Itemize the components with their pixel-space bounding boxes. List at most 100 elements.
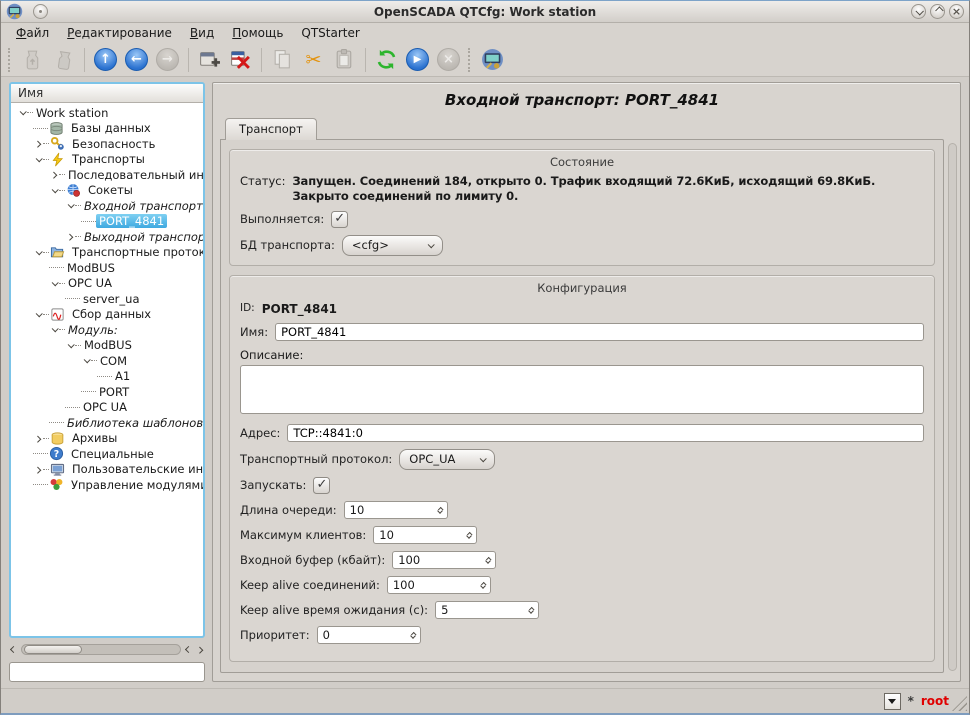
expander-closed-icon[interactable]: [33, 436, 43, 441]
refresh-button[interactable]: [371, 45, 402, 74]
expander-closed-icon[interactable]: [33, 141, 43, 146]
spinner-label: Приоритет:: [240, 628, 310, 642]
tree-hscrollbar[interactable]: [9, 642, 205, 657]
modified-marker: *: [908, 694, 914, 708]
tree-item[interactable]: ModBUS: [15, 338, 203, 354]
tostart-checkbox[interactable]: [313, 477, 330, 494]
scrollbar-groove[interactable]: [21, 644, 181, 655]
scroll-right-icon[interactable]: [196, 647, 205, 652]
tree-item[interactable]: Work station: [15, 105, 203, 121]
spinner-field[interactable]: 100: [392, 551, 496, 569]
tab-transport[interactable]: Транспорт: [225, 118, 317, 140]
db-combobox[interactable]: <cfg>: [342, 235, 443, 256]
tree-header[interactable]: Имя: [11, 84, 203, 103]
spinner-arrows-icon[interactable]: [411, 632, 415, 638]
scrollbar-thumb[interactable]: [24, 645, 82, 654]
expander-closed-icon[interactable]: [65, 234, 75, 239]
start-button[interactable]: ▶: [402, 45, 433, 74]
close-button[interactable]: ×: [949, 4, 964, 19]
spinner-field[interactable]: 10: [344, 501, 448, 519]
tree-item[interactable]: OPC UA: [15, 400, 203, 416]
description-textarea[interactable]: [240, 365, 924, 414]
minimize-button[interactable]: [911, 4, 926, 19]
expander-open-icon[interactable]: [49, 281, 59, 286]
spinner-field[interactable]: 10: [373, 526, 477, 544]
user-combo-button[interactable]: [884, 693, 901, 710]
refresh-icon: [375, 48, 398, 71]
tree-item[interactable]: Библиотека шаблонов:: [15, 415, 203, 431]
menu-item[interactable]: Файл: [7, 24, 58, 42]
tree-item[interactable]: Пользовательские интерфейсы: [15, 462, 203, 478]
menu-item[interactable]: Помощь: [223, 24, 292, 42]
tree-item[interactable]: Транспорты: [15, 152, 203, 168]
back-button[interactable]: ←: [121, 45, 152, 74]
tree-item[interactable]: Транспортные протоколы: [15, 245, 203, 261]
spinner-arrows-icon[interactable]: [481, 582, 485, 588]
up-level-button[interactable]: ↑: [90, 45, 121, 74]
expander-open-icon[interactable]: [65, 203, 75, 208]
menu-item[interactable]: Редактирование: [58, 24, 181, 42]
tree-item[interactable]: ?Специальные: [15, 446, 203, 462]
tree-item[interactable]: Последовательный интерфейс: [15, 167, 203, 183]
expander-open-icon[interactable]: [33, 250, 43, 255]
toolbar-handle[interactable]: [8, 48, 13, 72]
spinner-arrows-icon[interactable]: [486, 557, 490, 563]
tree-item[interactable]: Входной транспорт:: [15, 198, 203, 214]
tree-item[interactable]: server_ua: [15, 291, 203, 307]
tree-item[interactable]: Управление модулями: [15, 477, 203, 493]
tree-item-label: Последовательный интерфейс: [65, 168, 203, 182]
tree-item-label: PORT: [96, 385, 132, 399]
tree-item[interactable]: Базы данных: [15, 121, 203, 137]
protocol-combobox[interactable]: OPC_UA: [399, 449, 495, 470]
tree-item[interactable]: COM: [15, 353, 203, 369]
tree-item[interactable]: Безопасность: [15, 136, 203, 152]
tree-item[interactable]: PORT: [15, 384, 203, 400]
tree-item[interactable]: ModBUS: [15, 260, 203, 276]
expander-open-icon[interactable]: [49, 327, 59, 332]
tree-item[interactable]: Сбор данных: [15, 307, 203, 323]
name-input[interactable]: [275, 323, 924, 341]
expander-closed-icon[interactable]: [49, 172, 59, 177]
add-item-button[interactable]: [194, 45, 225, 74]
running-checkbox[interactable]: [331, 211, 348, 228]
expander-open-icon[interactable]: [17, 110, 27, 115]
tree-item[interactable]: PORT_4841: [15, 214, 203, 230]
address-input[interactable]: [287, 424, 924, 442]
menu-item[interactable]: Вид: [181, 24, 223, 42]
spinner-field[interactable]: 5: [435, 601, 539, 619]
statusbar: * root: [1, 688, 969, 713]
spinner-field[interactable]: 0: [317, 626, 421, 644]
expander-open-icon[interactable]: [33, 157, 43, 162]
spinner-arrows-icon[interactable]: [467, 532, 471, 538]
spinner-arrows-icon[interactable]: [529, 607, 533, 613]
spinner-arrows-icon[interactable]: [438, 507, 442, 513]
tree-item[interactable]: A1: [15, 369, 203, 385]
expander-open-icon[interactable]: [33, 312, 43, 317]
tree-item[interactable]: OPC UA: [15, 276, 203, 292]
daq-icon: [50, 307, 66, 322]
tree-item[interactable]: Сокеты: [15, 183, 203, 199]
expander-open-icon[interactable]: [81, 358, 91, 363]
maximize-button[interactable]: [930, 4, 945, 19]
spinner-field[interactable]: 100: [387, 576, 491, 594]
expander-open-icon[interactable]: [65, 343, 75, 348]
expander-open-icon[interactable]: [49, 188, 59, 193]
tree-connector: [65, 407, 80, 408]
scroll-left2-icon[interactable]: [184, 647, 193, 652]
tree-item[interactable]: Выходной транспорт:: [15, 229, 203, 245]
remove-item-button[interactable]: [225, 45, 256, 74]
toolbar-handle[interactable]: [468, 48, 473, 72]
svg-text:?: ?: [54, 449, 59, 460]
cut-button[interactable]: ✂: [298, 45, 329, 74]
resize-grip-icon[interactable]: [952, 696, 967, 711]
caret-down-icon: [888, 699, 896, 704]
scroll-left-icon[interactable]: [9, 647, 18, 652]
panel-vscrollbar[interactable]: [948, 143, 957, 671]
tree-item[interactable]: Модуль:: [15, 322, 203, 338]
tree-filter-input[interactable]: [9, 662, 205, 682]
expander-closed-icon[interactable]: [33, 467, 43, 472]
menu-item[interactable]: QTStarter: [292, 24, 368, 42]
qtstarter-button[interactable]: [477, 45, 508, 74]
window-menu-button[interactable]: [33, 4, 48, 19]
tree-item[interactable]: Архивы: [15, 431, 203, 447]
